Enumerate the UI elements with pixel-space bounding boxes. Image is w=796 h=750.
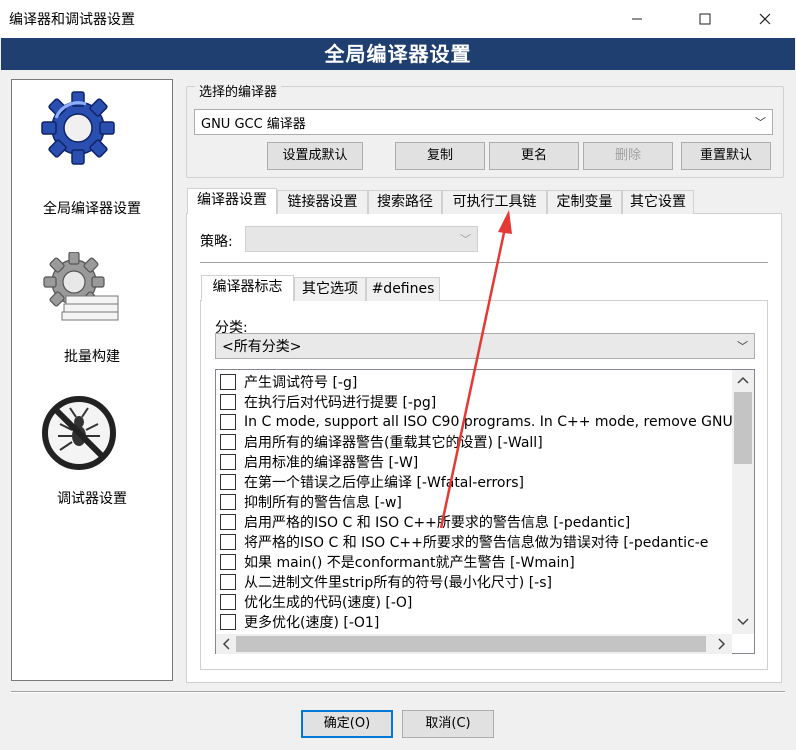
cancel-button[interactable]: 取消(C) <box>402 710 494 738</box>
footer-divider <box>11 691 785 693</box>
annotation-arrow-icon <box>439 210 512 529</box>
ok-button[interactable]: 确定(O) <box>301 710 393 738</box>
